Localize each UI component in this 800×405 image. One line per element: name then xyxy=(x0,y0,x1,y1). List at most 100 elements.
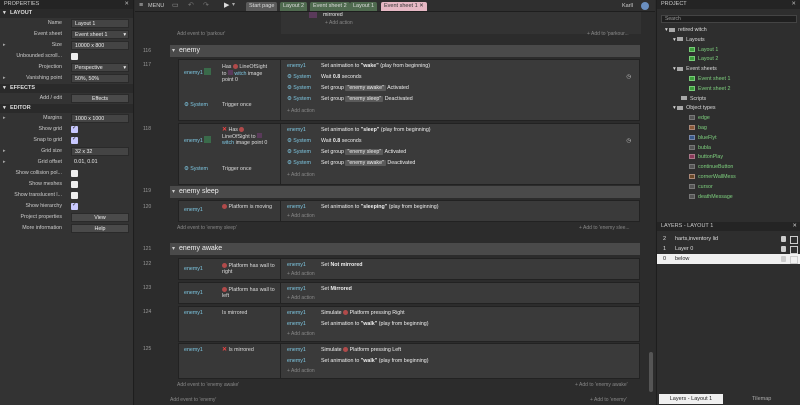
layer-row[interactable]: 2 harts,inventory lid xyxy=(657,234,800,244)
add-to-link[interactable]: + Add to 'parkour... xyxy=(587,31,629,37)
save-icon[interactable]: ▭ xyxy=(172,1,179,9)
tree-item-event-sheet-1[interactable]: Event sheet 1 xyxy=(661,75,797,85)
user-name[interactable]: Karll xyxy=(622,3,633,9)
condition-row[interactable]: ⚙ System Trigger once xyxy=(181,102,281,116)
add-action-link[interactable]: + Add action xyxy=(287,108,315,114)
lock-visible-icon[interactable] xyxy=(781,256,798,264)
tree-item-object[interactable]: bag xyxy=(661,124,797,134)
layer-row[interactable]: 1 Layer 0 xyxy=(657,244,800,254)
action-row[interactable]: ⚙ System Set group "enemy awake" Deactiva… xyxy=(282,158,639,169)
tab-layout-2[interactable]: Layout 2 xyxy=(280,2,308,11)
add-to-link[interactable]: + Add to 'enemy awake' xyxy=(575,382,628,388)
tab-start-page[interactable]: Start page xyxy=(246,2,278,11)
event-117[interactable]: enemy1 Has LineOfSight to witch image poin… xyxy=(178,59,640,121)
tree-item-scripts[interactable]: Scripts xyxy=(661,95,797,105)
action-row[interactable]: ⚙ System Set group "enemy awake" Activate… xyxy=(282,83,639,94)
add-event-link[interactable]: Add event to 'enemy awake' xyxy=(177,382,239,388)
hamburger-icon[interactable]: ≡ xyxy=(139,2,143,9)
search-input[interactable]: Search xyxy=(661,15,797,23)
event-124[interactable]: enemy1 Is mirrored enemy1 Simulate Platfor… xyxy=(178,306,640,342)
group-enemy-sleep[interactable]: enemy sleep xyxy=(170,186,640,198)
tree-item-object[interactable]: continueButton xyxy=(661,163,797,173)
tab-layout-1[interactable]: Layout 1 xyxy=(350,2,378,11)
tree-item-object[interactable]: deathMessage xyxy=(661,193,797,203)
condition-row[interactable]: enemy1 Has LineOfSight to witch image poin… xyxy=(181,64,281,84)
play-icon[interactable]: ▶ xyxy=(224,1,229,9)
tree-item-object[interactable]: blueFlyt xyxy=(661,134,797,144)
action-row[interactable]: ⚙ System Wait 0.8 seconds ◷ xyxy=(282,136,639,147)
add-to-link[interactable]: + Add to 'enemy slee... xyxy=(579,225,630,231)
tree-item-object[interactable]: bubla xyxy=(661,144,797,154)
action-row[interactable]: enemy1 Simulate Platform pressing Right xyxy=(282,308,639,319)
event-125[interactable]: enemy1 ✕ Is mirrored enemy1 Simulate Platf… xyxy=(178,343,640,379)
add-action-link[interactable]: + Add action xyxy=(287,271,315,277)
event-120[interactable]: enemy1 Platform is moving enemy1 Set anim… xyxy=(178,200,640,222)
group-enemy-awake[interactable]: enemy awake xyxy=(170,243,640,255)
avatar[interactable] xyxy=(641,2,649,10)
add-action-link[interactable]: + Add action xyxy=(287,368,315,374)
show-collision-checkbox[interactable] xyxy=(71,170,78,177)
add-to-link[interactable]: + Add to 'enemy' xyxy=(590,397,627,403)
close-icon[interactable]: ✕ xyxy=(792,222,797,231)
redo-icon[interactable]: ↷ xyxy=(203,1,209,9)
action-row[interactable]: enemy1 Set animation to "walk" (play from… xyxy=(282,356,639,367)
tree-item-root[interactable]: ▾ retired witch xyxy=(661,26,797,36)
condition-row[interactable]: enemy1 ✕ Has LineOfSight to witch image … xyxy=(181,127,281,152)
name-input[interactable]: Layout 1 xyxy=(71,19,129,28)
layer-row-selected[interactable]: 0 below xyxy=(657,254,800,264)
action-row[interactable]: ⚙ System Set group "enemy sleep" Deactiva… xyxy=(282,94,639,105)
effects-button[interactable]: Effects xyxy=(71,94,129,103)
unbounded-scroll-checkbox[interactable] xyxy=(71,53,78,60)
add-action-link[interactable]: + Add action xyxy=(287,295,315,301)
section-effects[interactable]: EFFECTS xyxy=(0,84,133,93)
scrollbar[interactable] xyxy=(649,352,653,392)
condition-row[interactable]: ⚙ System Trigger once xyxy=(181,166,281,180)
tree-item-event-sheets[interactable]: ▾ Event sheets xyxy=(661,65,797,75)
tab-event-sheet-2[interactable]: Event sheet 2 xyxy=(310,2,350,11)
event-122[interactable]: enemy1 Platform has wall to right enemy1… xyxy=(178,258,640,280)
lock-visible-icon[interactable] xyxy=(781,236,798,244)
close-icon[interactable]: ✕ xyxy=(124,0,129,9)
show-hierarchy-checkbox[interactable] xyxy=(71,201,78,210)
menu-button[interactable]: MENU xyxy=(148,3,164,9)
tree-item-layout-2[interactable]: Layout 2 xyxy=(661,55,797,65)
event-sheet-select[interactable]: Event sheet 1 xyxy=(71,30,129,40)
tree-item-layouts[interactable]: ▾ Layouts xyxy=(661,36,797,46)
tree-item-layout-1[interactable]: Layout 1 xyxy=(661,46,797,56)
chevron-down-icon[interactable]: ▾ xyxy=(232,1,235,8)
group-enemy[interactable]: enemy xyxy=(170,45,640,57)
add-event-link[interactable]: Add event to 'enemy sleep' xyxy=(177,225,237,231)
add-action-link[interactable]: + Add action xyxy=(325,20,353,26)
add-action-link[interactable]: + Add action xyxy=(287,213,315,219)
projection-select[interactable]: Perspective xyxy=(71,63,129,73)
event-118[interactable]: enemy1 ✕ Has LineOfSight to witch image … xyxy=(178,123,640,185)
show-translucent-checkbox[interactable] xyxy=(71,192,78,199)
grid-size-input[interactable]: 32 x 32 xyxy=(71,147,129,156)
grid-offset-value[interactable]: 0.01, 0.01 xyxy=(71,158,129,167)
add-event-link[interactable]: Add event to 'parkour' xyxy=(177,31,225,37)
action-row[interactable]: enemy1 Set animation to "wake" (play from… xyxy=(282,61,639,72)
action-row[interactable]: ⚙ System Set group "enemy sleep" Activate… xyxy=(282,147,639,158)
add-event-link[interactable]: Add event to 'enemy' xyxy=(170,397,216,403)
margins-input[interactable]: 1000 x 1000 xyxy=(71,114,129,123)
close-icon[interactable]: ✕ xyxy=(791,0,796,9)
condition-row[interactable]: enemy1 Platform is moving xyxy=(181,204,281,221)
show-grid-checkbox[interactable] xyxy=(71,124,78,133)
section-layout[interactable]: LAYOUT xyxy=(0,9,133,18)
tree-item-object[interactable]: cursor xyxy=(661,183,797,193)
tab-tilemap[interactable]: Tilemap xyxy=(752,394,771,404)
help-button[interactable]: Help xyxy=(71,224,129,233)
condition-row[interactable]: enemy1 Platform has wall to right xyxy=(181,263,281,280)
show-meshes-checkbox[interactable] xyxy=(71,181,78,188)
size-input[interactable]: 10000 x 800 xyxy=(71,41,129,50)
tab-event-sheet-1[interactable]: Event sheet 1 ✕ xyxy=(381,2,427,11)
condition-row[interactable]: enemy1 Is mirrored xyxy=(181,310,281,324)
action-row[interactable]: enemy1 Set Not mirrored xyxy=(282,260,639,271)
view-button[interactable]: View xyxy=(71,213,129,222)
event-123[interactable]: enemy1 Platform has wall to left enemy1 S… xyxy=(178,282,640,304)
tree-item-object[interactable]: buttonPlay xyxy=(661,153,797,163)
close-icon[interactable]: ✕ xyxy=(419,3,424,9)
add-action-link[interactable]: + Add action xyxy=(287,331,315,337)
action-row[interactable]: enemy1 Set animation to "walk" (play from… xyxy=(282,319,639,330)
condition-row[interactable]: enemy1 Platform has wall to left xyxy=(181,287,281,304)
